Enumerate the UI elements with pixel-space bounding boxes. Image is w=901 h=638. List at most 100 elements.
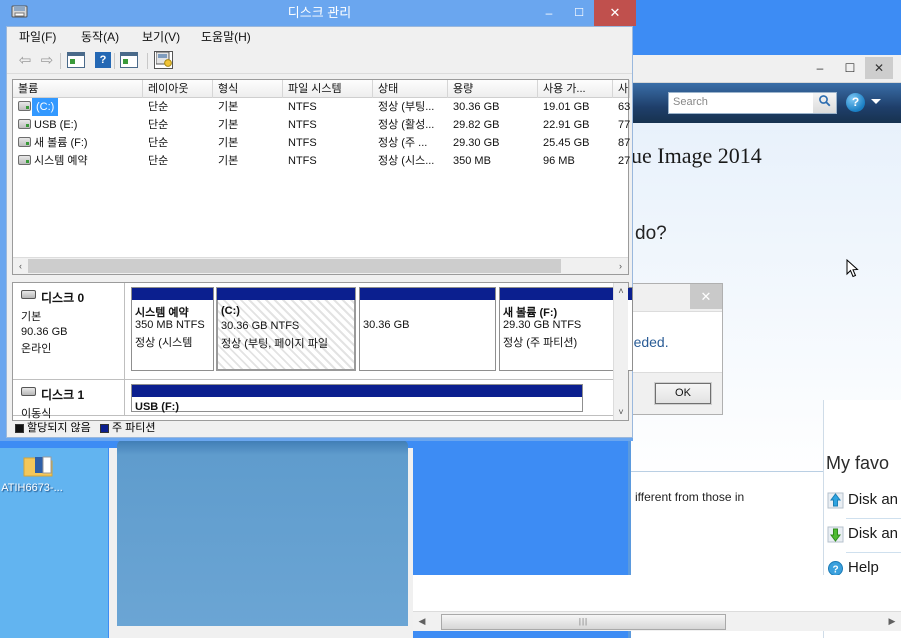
forward-arrow-icon[interactable]: ⇨: [37, 51, 57, 71]
disk-name: 디스크 0: [41, 291, 85, 305]
help-icon[interactable]: ?: [95, 52, 111, 68]
usb-drive-icon: [18, 119, 31, 129]
disk-info-panel[interactable]: 디스크 0 기본 90.36 GB 온라인: [13, 283, 125, 379]
close-button[interactable]: ✕: [865, 57, 893, 79]
disk-view-vertical-scrollbar[interactable]: ˄ ˅: [613, 283, 628, 420]
volume-cell-status: 정상 (부팅...: [378, 101, 435, 113]
disk-row[interactable]: 디스크 1 이동식 USB (F:): [13, 380, 615, 420]
drive-icon: [18, 155, 31, 165]
disk-management-window[interactable]: 디스크 관리 – ☐ ✕ 파일(F) 동작(A) 보기(V) 도움말(H) ⇦ …: [0, 0, 636, 441]
maximize-button[interactable]: ☐: [836, 57, 864, 79]
volume-column-header[interactable]: 상태: [373, 80, 448, 98]
menu-help[interactable]: 도움말(H): [195, 27, 257, 48]
disk-row[interactable]: 디스크 0 기본 90.36 GB 온라인 시스템 예약 350 MB NTFS 정상 (시…: [13, 283, 633, 380]
volume-list[interactable]: 볼륨 레이아웃 형식 파일 시스템 상태 용량 사용 가... 사 (C:) 단순 기본 NTFS 정…: [12, 79, 631, 275]
drive-icon: [18, 101, 31, 111]
disk-management-titlebar[interactable]: 디스크 관리 – ☐ ✕: [3, 0, 636, 26]
partition-text: USB (F:): [135, 401, 179, 413]
favorite-item-label: Disk an: [848, 525, 899, 542]
disk-info-panel[interactable]: 디스크 1 이동식: [13, 380, 125, 420]
volume-cell-type: 기본: [218, 137, 239, 149]
minimize-button[interactable]: –: [806, 57, 834, 79]
volume-column-header[interactable]: 사: [613, 80, 630, 98]
blue-up-arrow-icon: [826, 492, 844, 510]
ok-button[interactable]: OK: [654, 382, 712, 405]
scroll-left-arrow-icon[interactable]: ‹: [13, 258, 28, 274]
menu-view[interactable]: 보기(V): [136, 27, 186, 48]
partition-text: 시스템 예약: [135, 307, 189, 319]
volume-cell-type: 기본: [218, 155, 239, 167]
divider: [846, 518, 901, 519]
close-icon[interactable]: ✕: [690, 284, 722, 309]
partition-block[interactable]: (C:) 30.36 GB NTFS 정상 (부팅, 페이지 파일: [216, 287, 356, 371]
volume-name: 새 볼륨 (F:): [34, 137, 88, 149]
chevron-down-icon[interactable]: [871, 99, 881, 104]
scroll-up-arrow-icon[interactable]: ˄: [614, 283, 628, 299]
back-arrow-icon[interactable]: ⇦: [15, 51, 35, 71]
partition-block[interactable]: 30.36 GB: [359, 287, 496, 371]
disk-drive-icon: [21, 387, 36, 396]
desktop-background: ATIH6673-... – ☐ ✕ Search ? ue Image 201…: [0, 0, 901, 638]
content-area-bottom: [413, 575, 901, 611]
success-dialog[interactable]: ✕ succeeded. OK: [597, 283, 723, 415]
horizontal-scrollbar[interactable]: ◀ ||| ▶: [413, 611, 901, 631]
partition-text: (C:): [221, 305, 240, 317]
close-button[interactable]: ✕: [594, 0, 636, 26]
volume-column-header[interactable]: 용량: [448, 80, 538, 98]
search-input[interactable]: Search: [668, 92, 818, 114]
toolbar: ⇦ ⇨ ?: [7, 48, 632, 74]
partition-block[interactable]: USB (F:): [131, 384, 583, 413]
volume-cell-capacity: 29.82 GB: [453, 119, 500, 131]
scroll-right-arrow-icon[interactable]: ›: [613, 258, 628, 274]
volume-column-header[interactable]: 형식: [213, 80, 283, 98]
volume-list-horizontal-scrollbar[interactable]: ‹ ›: [13, 257, 628, 274]
partition-color-bar: [360, 288, 495, 300]
table-row[interactable]: 새 볼륨 (F:) 단순 기본 NTFS 정상 (주 ... 29.30 GB 25.45 …: [13, 134, 630, 152]
volume-cell-type: 기본: [218, 101, 239, 113]
show-console-tree-icon[interactable]: [67, 52, 85, 68]
desktop-icon-atih[interactable]: ATIH6673-...: [1, 452, 76, 494]
volume-cell-pct: 77: [618, 119, 631, 131]
volume-name: (C:): [32, 98, 59, 116]
scrollbar-thumb[interactable]: [28, 259, 561, 273]
volume-column-header[interactable]: 레이아웃: [143, 80, 213, 98]
help-icon[interactable]: ?: [846, 93, 865, 112]
volume-column-header[interactable]: 파일 시스템: [283, 80, 373, 98]
disk-size: 90.36 GB: [21, 326, 68, 338]
folder-book-icon: [2, 452, 76, 482]
table-row[interactable]: 시스템 예약 단순 기본 NTFS 정상 (시스... 350 MB 96 MB 27: [13, 152, 630, 170]
partition-text: 정상 (주 파티션): [503, 337, 578, 349]
volume-column-header[interactable]: 사용 가...: [538, 80, 613, 98]
menu-action[interactable]: 동작(A): [75, 27, 125, 48]
maximize-button[interactable]: ☐: [564, 0, 594, 26]
favorite-item-disk-recovery[interactable]: Disk an: [826, 520, 901, 554]
toolbar-separator: [60, 53, 61, 69]
volume-cell-free: 25.45 GB: [543, 137, 590, 149]
minimize-button[interactable]: –: [534, 0, 564, 26]
disk-graphical-view[interactable]: 디스크 0 기본 90.36 GB 온라인 시스템 예약 350 MB NTFS 정상 (시…: [12, 282, 633, 421]
legend-label-unallocated: 할당되지 않음: [27, 422, 91, 434]
menu-file[interactable]: 파일(F): [13, 27, 62, 48]
disk-management-client: 파일(F) 동작(A) 보기(V) 도움말(H) ⇦ ⇨ ? 볼륨 레이아웃 형…: [6, 26, 633, 438]
table-row[interactable]: USB (E:) 단순 기본 NTFS 정상 (활성... 29.82 GB 22.91 G…: [13, 116, 631, 134]
scrollbar-thumb[interactable]: |||: [441, 614, 726, 630]
table-row[interactable]: (C:) 단순 기본 NTFS 정상 (부팅... 30.36 GB 19.01 GB 63: [13, 98, 630, 116]
favorite-item-label: Help: [848, 559, 879, 576]
disk-state: 온라인: [21, 343, 52, 355]
disk-partitions: 시스템 예약 350 MB NTFS 정상 (시스템 (C:) 30.36 GB NTF…: [126, 283, 633, 379]
search-icon[interactable]: [813, 92, 837, 114]
scroll-left-arrow-icon[interactable]: ◀: [413, 612, 431, 631]
partition-text: 30.36 GB NTFS: [221, 320, 300, 332]
favorite-item-disk-backup[interactable]: Disk an: [826, 486, 901, 520]
scroll-down-arrow-icon[interactable]: ˅: [614, 404, 628, 420]
partition-block[interactable]: 시스템 예약 350 MB NTFS 정상 (시스템: [131, 287, 214, 371]
volume-column-header[interactable]: 볼륨: [13, 80, 143, 98]
disk-properties-icon[interactable]: [154, 51, 173, 69]
show-action-pane-icon[interactable]: [120, 52, 138, 68]
scroll-right-arrow-icon[interactable]: ▶: [883, 612, 901, 631]
volume-cell-fs: NTFS: [288, 101, 317, 113]
partition-color-bar: [132, 288, 213, 300]
disk-type: 기본: [21, 311, 42, 323]
volume-cell-free: 96 MB: [543, 155, 575, 167]
divider: [846, 552, 901, 553]
